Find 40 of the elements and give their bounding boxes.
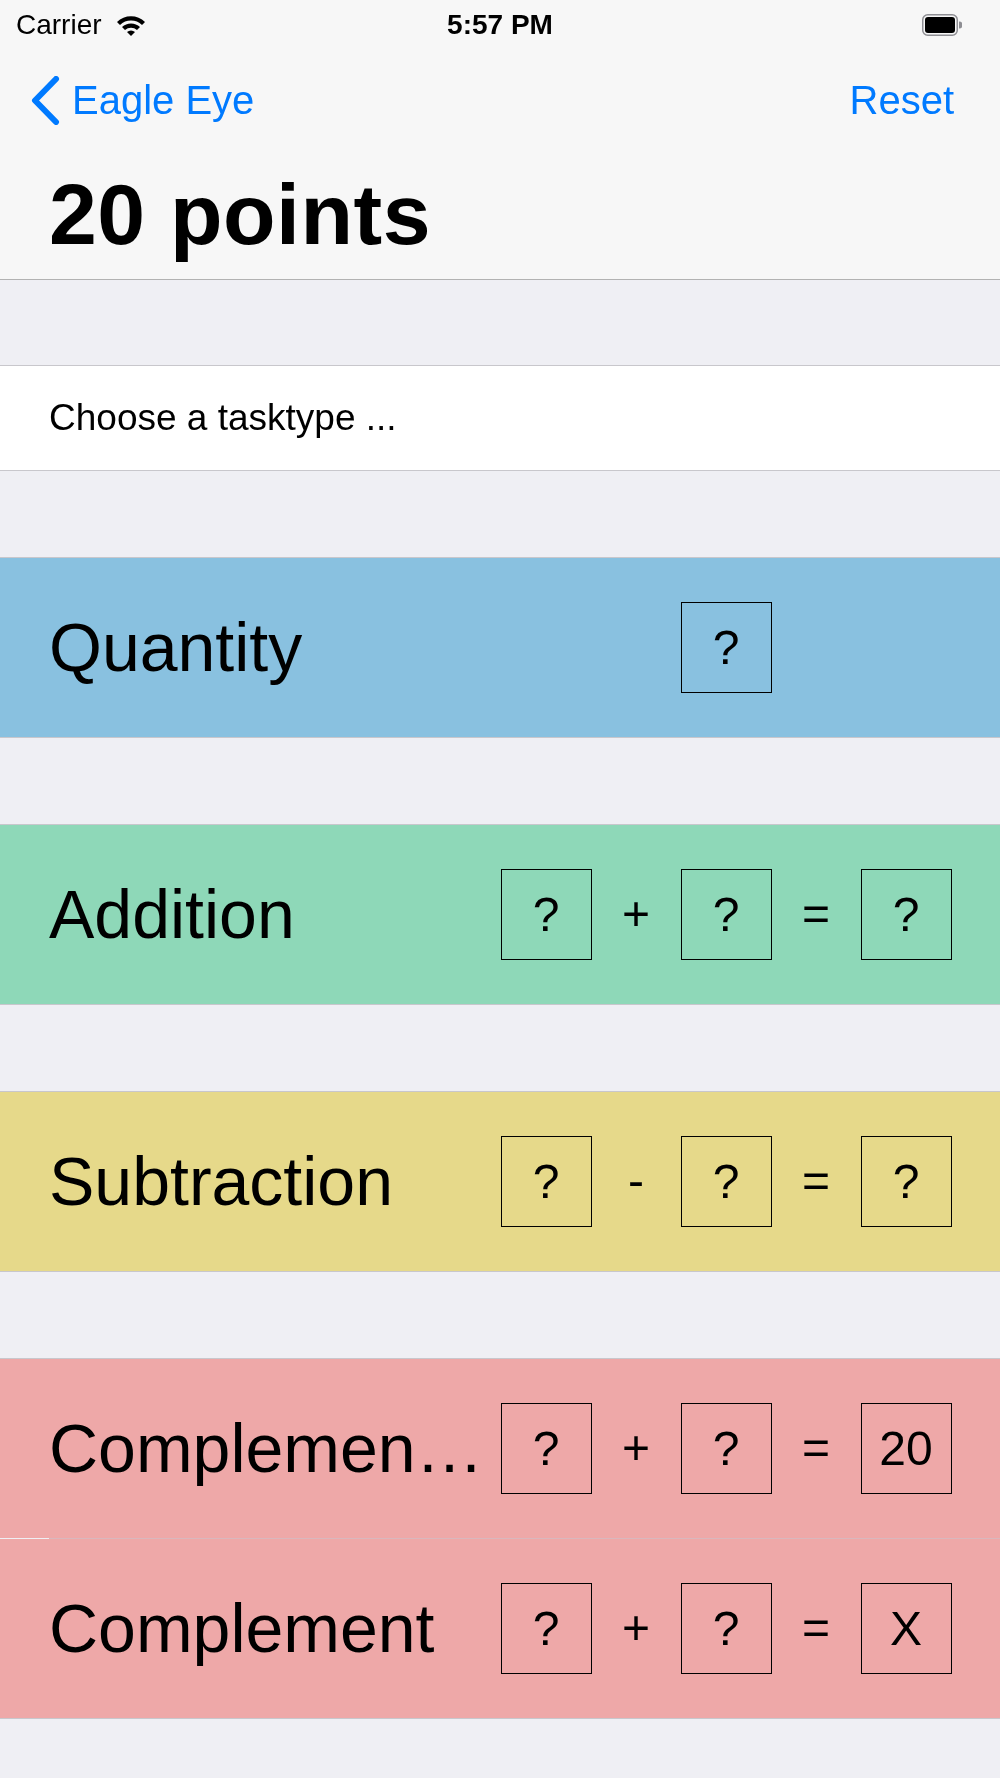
math-operator: -: [628, 1155, 644, 1208]
task-row[interactable]: Complemen… ? + ? = 20: [0, 1359, 1000, 1538]
prompt-text: Choose a tasktype ...: [49, 396, 397, 440]
task-row[interactable]: Subtraction ? - ? = ?: [0, 1092, 1000, 1271]
answer-box[interactable]: ?: [500, 1583, 592, 1674]
math-operator: +: [622, 888, 650, 941]
answer-box[interactable]: ?: [500, 869, 592, 960]
math-operator: =: [802, 1155, 830, 1208]
task-row[interactable]: Addition ? + ? = ?: [0, 825, 1000, 1004]
math-operator: =: [802, 1602, 830, 1655]
reset-button[interactable]: Reset: [849, 77, 954, 123]
battery-icon: [922, 14, 962, 36]
math-operator: =: [802, 1422, 830, 1475]
answer-box[interactable]: ?: [500, 1403, 592, 1494]
answer-box[interactable]: X: [860, 1583, 952, 1674]
answer-box[interactable]: ?: [680, 1583, 772, 1674]
page-title: 20 points: [49, 167, 431, 262]
answer-box[interactable]: ?: [680, 1136, 772, 1227]
answer-box[interactable]: ?: [860, 1136, 952, 1227]
task-label: Subtraction: [49, 1142, 394, 1221]
math-operator: +: [622, 1422, 650, 1475]
task-label: Complemen…: [49, 1409, 485, 1488]
math-operator: =: [802, 888, 830, 941]
answer-box[interactable]: 20: [860, 1403, 952, 1494]
task-label: Complement: [49, 1589, 436, 1668]
answer-box[interactable]: ?: [680, 869, 772, 960]
answer-box[interactable]: ?: [680, 1403, 772, 1494]
task-label: Quantity: [49, 608, 304, 687]
wifi-icon: [115, 14, 146, 36]
status-time: 5:57 PM: [447, 11, 553, 39]
back-button[interactable]: Eagle Eye: [30, 75, 255, 125]
answer-box[interactable]: ?: [860, 869, 952, 960]
answer-box[interactable]: ?: [680, 602, 772, 693]
math-operator: +: [622, 1602, 650, 1655]
task-row[interactable]: Quantity ?: [0, 558, 1000, 737]
carrier-name: Carrier: [16, 11, 102, 39]
answer-box[interactable]: ?: [500, 1136, 592, 1227]
task-label: Addition: [49, 875, 296, 954]
chevron-left-icon: [30, 75, 60, 125]
task-row[interactable]: Complement ? + ? = X: [0, 1539, 1000, 1718]
